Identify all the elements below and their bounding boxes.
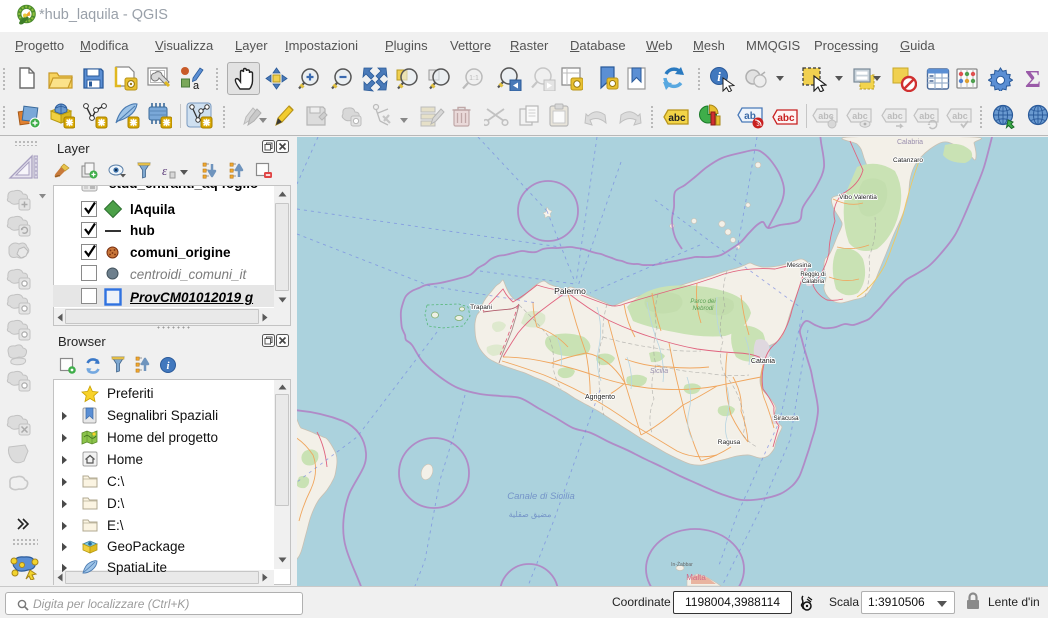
svg-text:Calabria: Calabria [802, 279, 825, 285]
svg-text:ε: ε [162, 163, 168, 178]
svg-text:Vibo Valentia: Vibo Valentia [839, 194, 877, 201]
svg-text:Σ: Σ [1025, 67, 1041, 91]
svg-text:abc: abc [919, 111, 935, 121]
svg-text:abc: abc [777, 113, 795, 124]
svg-text:Messina: Messina [787, 262, 812, 269]
svg-text:Parco dei: Parco dei [690, 299, 716, 305]
svg-text:Reggio di: Reggio di [800, 272, 825, 278]
svg-text:abc: abc [852, 111, 868, 121]
svg-text:Trapani: Trapani [470, 304, 492, 311]
svg-text:abc: abc [668, 113, 686, 124]
svg-text:Malta: Malta [686, 573, 706, 582]
svg-text:Palermo: Palermo [554, 286, 586, 296]
svg-text:Sicilia: Sicilia [650, 368, 668, 375]
svg-text:Ragusa: Ragusa [718, 439, 741, 446]
svg-text:In-Żabbar: In-Żabbar [671, 561, 693, 568]
svg-text:i: i [717, 69, 721, 84]
svg-text:Agrigento: Agrigento [585, 394, 615, 401]
svg-text:Catanzaro: Catanzaro [893, 157, 923, 164]
svg-text:abc: abc [952, 111, 968, 121]
svg-text:a: a [193, 80, 200, 91]
svg-text:Calabria: Calabria [897, 139, 923, 146]
svg-text:1:1: 1:1 [469, 75, 479, 82]
svg-text:Catania: Catania [751, 358, 775, 365]
svg-text:مضيق صقلية: مضيق صقلية [509, 510, 552, 519]
svg-text:Siracusa: Siracusa [773, 415, 799, 422]
svg-text:abc: abc [887, 111, 903, 121]
svg-text:Nebrodi: Nebrodi [692, 306, 714, 312]
svg-text:Canale di Sicilia: Canale di Sicilia [507, 491, 575, 502]
